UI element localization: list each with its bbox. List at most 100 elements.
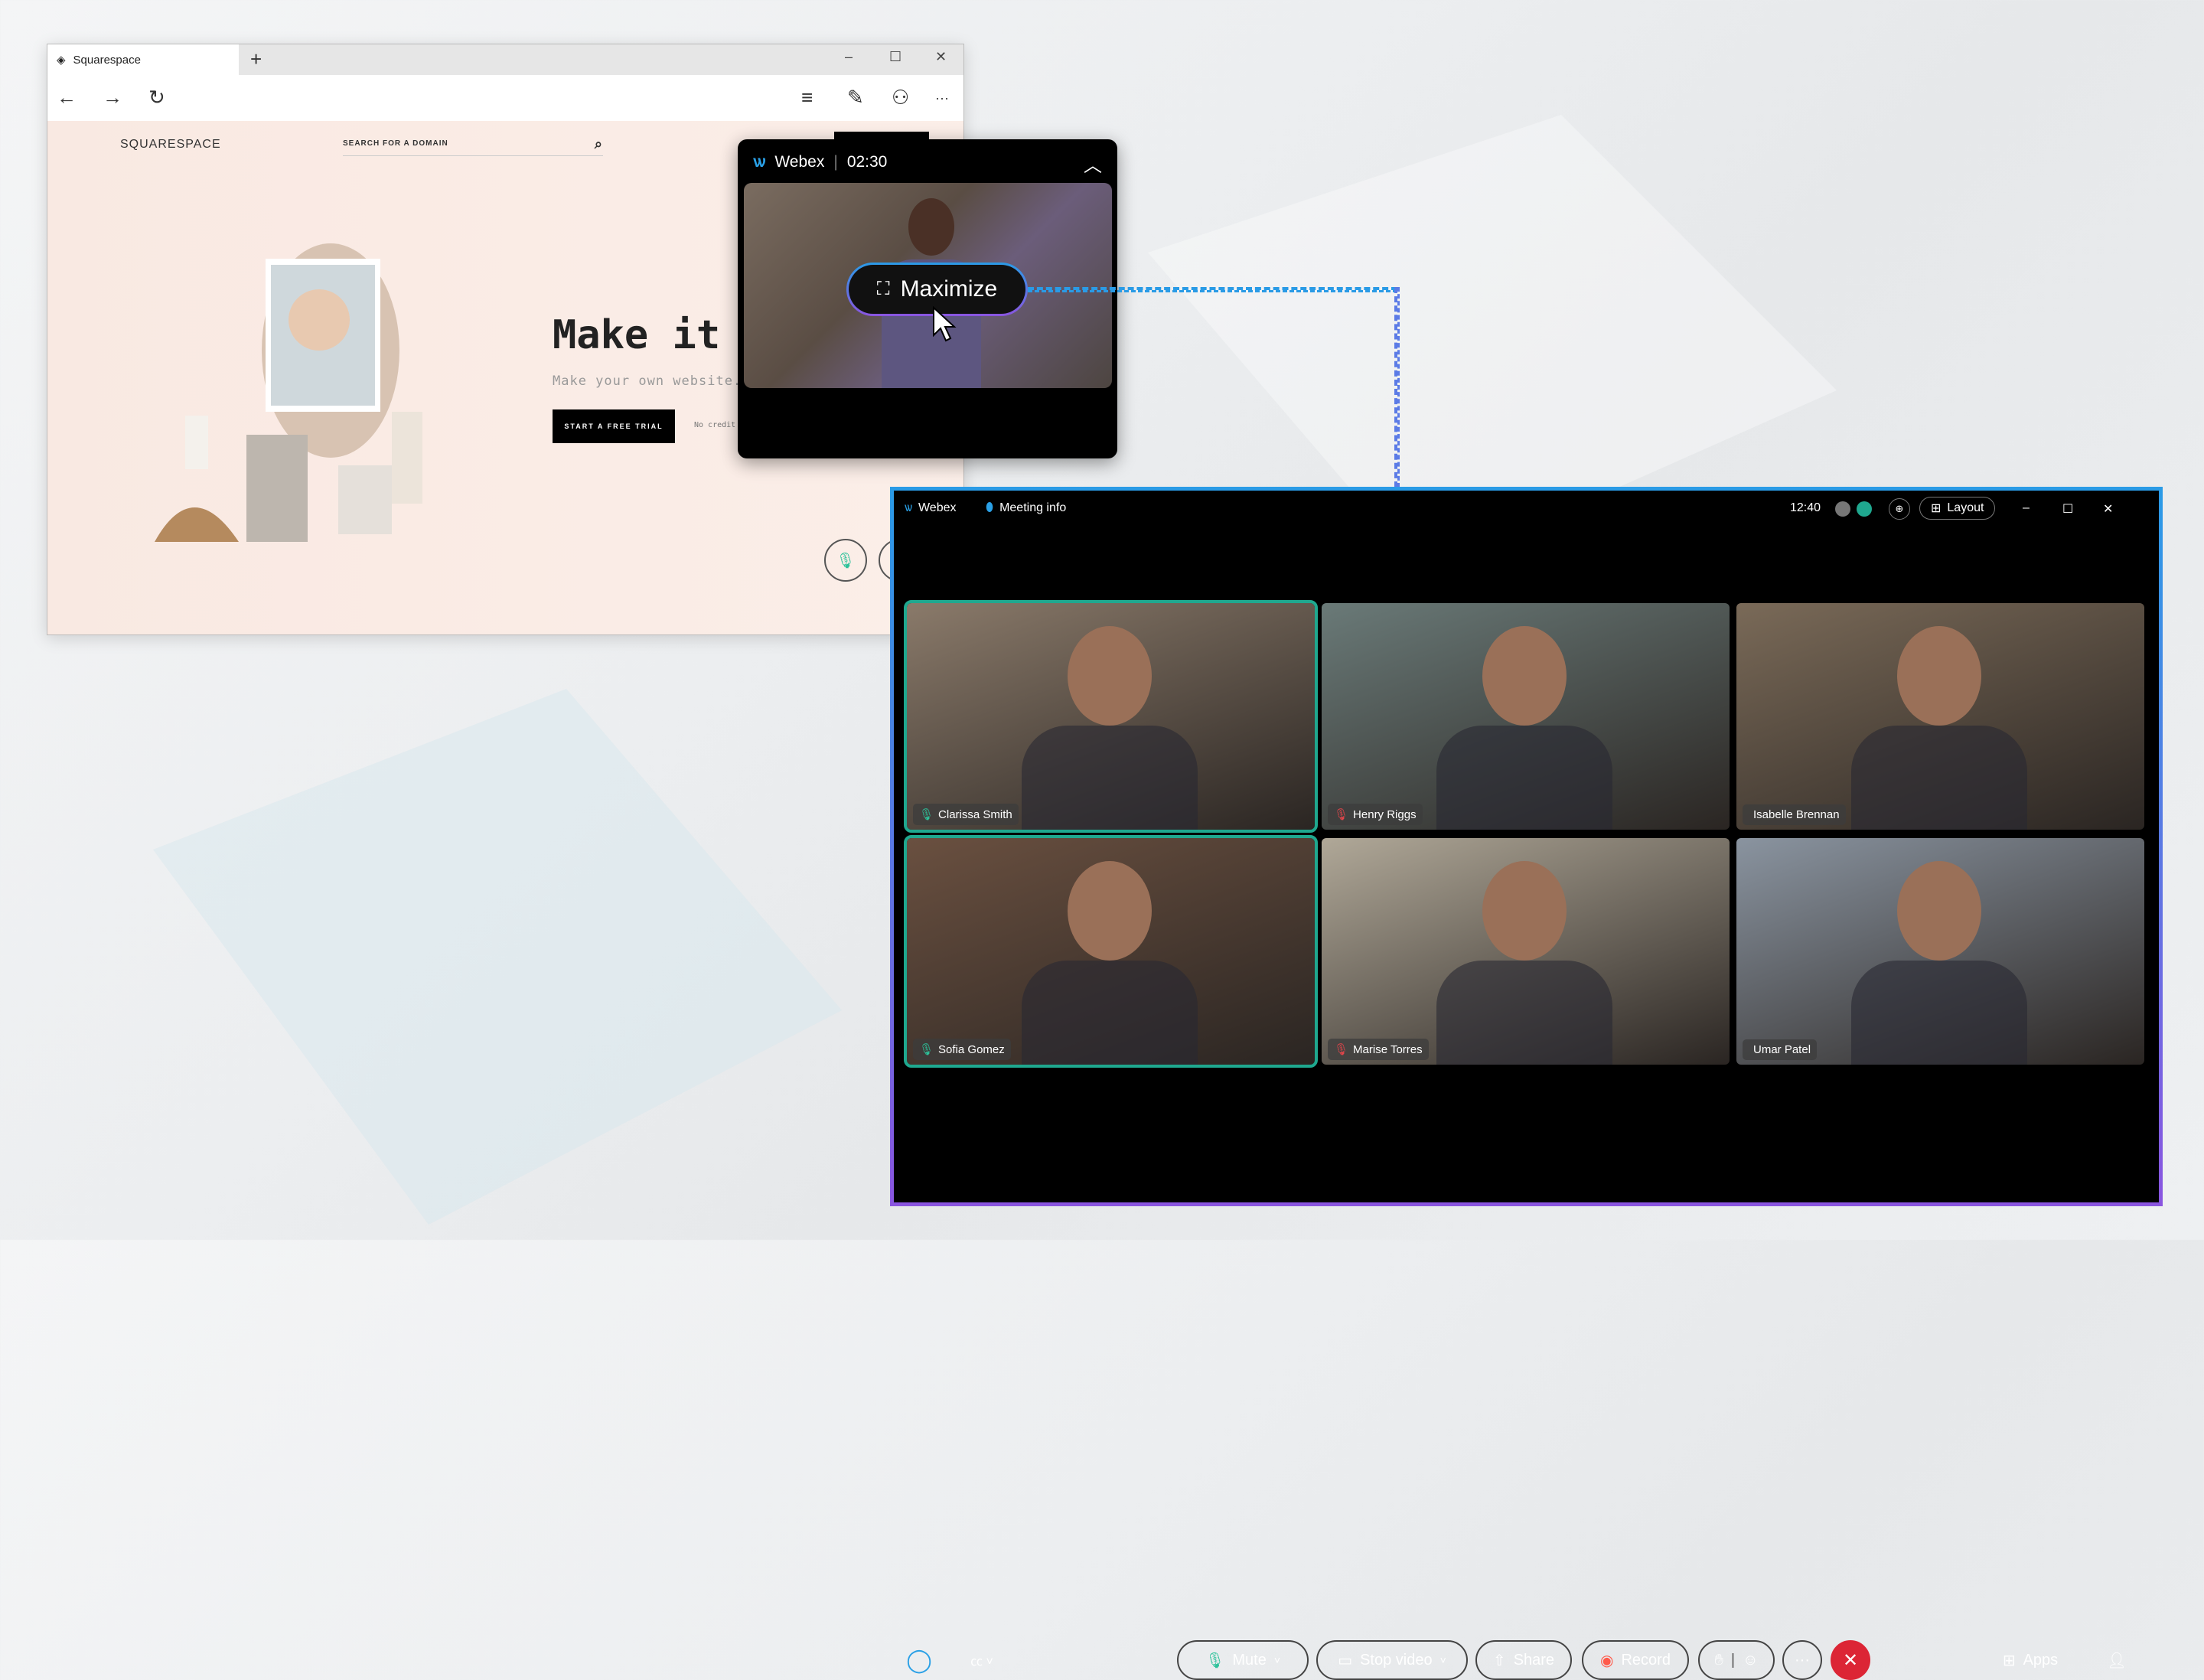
mute-label: Mute [1232, 1651, 1267, 1669]
share-button[interactable]: ⇧ Share [1475, 1640, 1572, 1680]
share-label: Share [1513, 1651, 1555, 1669]
reactions-group[interactable]: ✋︎ | ☺ [1698, 1640, 1775, 1680]
participant-tile[interactable]: 🎙︎ Clarissa Smith [904, 600, 1318, 833]
muted-microphone-icon: 🎙︎ [1334, 808, 1349, 821]
microphone-icon: 🎙︎ [1205, 1652, 1225, 1669]
record-button[interactable]: ◉ Record [1582, 1640, 1689, 1680]
squarespace-logo-icon: ◈ [57, 54, 66, 67]
mute-button[interactable]: 🎙︎ Mute ˅ [1177, 1640, 1309, 1680]
maximize-button[interactable]: ☐ [2062, 501, 2073, 517]
tab-title: Squarespace [73, 53, 141, 67]
reading-list-icon[interactable]: ≡ [801, 86, 813, 109]
search-placeholder: SEARCH FOR A DOMAIN [343, 139, 448, 148]
app-name: Webex [918, 501, 957, 514]
participant-video [1436, 961, 1612, 1065]
participant-tile[interactable]: Umar Patel [1736, 838, 2144, 1065]
connector-line [1028, 287, 1397, 292]
participant-video [1482, 626, 1567, 726]
apps-label: Apps [2023, 1651, 2059, 1669]
participant-name: Henry Riggs [1353, 807, 1417, 821]
webex-assistant-icon[interactable]: ◯ [905, 1640, 933, 1680]
background-shape [153, 689, 842, 1225]
participant-name: Clarissa Smith [938, 807, 1012, 821]
participant-video [1022, 726, 1198, 830]
start-trial-button[interactable]: START A FREE TRIAL [553, 409, 675, 443]
maximize-button[interactable]: ☐ [889, 49, 901, 65]
fullscreen-icon: ⛶ [876, 279, 890, 299]
participant-name-tag: Isabelle Brennan [1743, 804, 1846, 825]
participants-button[interactable]: 👤︎ [2101, 1640, 2132, 1680]
new-tab-button[interactable]: + [250, 47, 262, 71]
chevron-down-icon[interactable]: ˅ [1440, 1654, 1446, 1666]
participant-video [1436, 726, 1612, 830]
participant-tile[interactable]: Isabelle Brennan [1736, 603, 2144, 830]
participant-name-tag: 🎙︎ Marise Torres [1328, 1039, 1429, 1060]
participant-name-tag: 🎙︎ Clarissa Smith [913, 804, 1019, 825]
network-health-icon[interactable] [1857, 501, 1872, 517]
meeting-info-button[interactable]: ⬮ Meeting info [986, 501, 1066, 515]
webex-meeting-window: ѡ Webex ⬮ Meeting info 12:40 ⊕ ⊞ Layout – ☐… [890, 487, 2163, 1680]
webex-logo-icon: ѡ [905, 501, 912, 514]
back-icon[interactable]: ← [57, 86, 77, 109]
participant-name-tag: 🎙︎ Henry Riggs [1328, 804, 1423, 825]
headline: Make it b [553, 312, 768, 358]
participant-video [1897, 626, 1981, 726]
participant-tile[interactable]: 🎙︎ Marise Torres [1322, 838, 1730, 1065]
minimize-button[interactable]: – [2023, 501, 2030, 515]
collapse-icon[interactable]: ︿ [1084, 150, 1102, 177]
zoom-icon[interactable]: ⊕ [1889, 498, 1910, 520]
meeting-time: 12:40 [1790, 501, 1821, 514]
participant-video [1068, 861, 1152, 961]
refresh-icon[interactable]: ↻ [148, 86, 165, 109]
participant-name-tag: Umar Patel [1743, 1039, 1818, 1060]
participant-tile[interactable]: 🎙︎ Henry Riggs [1322, 603, 1730, 830]
webex-logo-icon: ѡ [753, 153, 766, 171]
notes-icon[interactable]: ✎ [847, 86, 864, 109]
forward-icon[interactable]: → [103, 86, 122, 109]
domain-search-input[interactable]: SEARCH FOR A DOMAIN ⌕ [343, 136, 603, 156]
close-button[interactable]: ✕ [2103, 501, 2113, 517]
participant-name: Marise Torres [1353, 1042, 1423, 1056]
microphone-icon: 🎙︎ [836, 552, 856, 569]
apps-button[interactable]: ⊞ Apps [1996, 1640, 2065, 1680]
search-icon[interactable]: ⌕ [595, 136, 603, 152]
close-button[interactable]: ✕ [935, 49, 947, 65]
more-options-button[interactable]: ··· [1782, 1640, 1822, 1680]
share-icon[interactable]: ⚇ [892, 86, 909, 109]
minimize-button[interactable]: – [845, 49, 853, 65]
squarespace-logo[interactable]: SQUARESPACE [120, 138, 221, 152]
headline-text: Make it [553, 312, 745, 358]
mouse-cursor-icon [933, 306, 957, 342]
call-timer: 02:30 [846, 153, 888, 171]
participant-video [1851, 726, 2027, 830]
microphone-icon: 🎙︎ [919, 1043, 934, 1056]
participant-tile[interactable]: 🎙︎ Sofia Gomez [904, 835, 1318, 1068]
participant-video [1068, 626, 1152, 726]
stop-video-label: Stop video [1360, 1651, 1433, 1669]
participant-name: Umar Patel [1753, 1043, 1811, 1056]
layout-label: Layout [1947, 501, 1984, 514]
mute-button[interactable]: 🎙︎ [824, 539, 867, 582]
closed-captions-icon: ㏄ ˅ [970, 1656, 993, 1669]
participant-video [1897, 861, 1981, 961]
participant-name-tag: 🎙︎ Sofia Gomez [913, 1039, 1011, 1060]
captions-button[interactable]: ㏄ ˅ [963, 1640, 1001, 1680]
participant-video [1482, 861, 1567, 961]
end-call-button[interactable]: ✕ [1831, 1640, 1870, 1680]
raise-hand-icon[interactable]: ✋︎ [1714, 1652, 1723, 1669]
participant-name: Isabelle Brennan [1753, 808, 1840, 821]
encryption-icon[interactable] [1835, 501, 1850, 517]
maximize-label: Maximize [900, 276, 998, 302]
layout-button[interactable]: ⊞ Layout [1919, 497, 1996, 520]
browser-tab[interactable]: ◈ Squarespace [47, 44, 239, 75]
record-label: Record [1621, 1651, 1671, 1669]
participant-video [1851, 961, 2027, 1065]
participant-video [1022, 961, 1198, 1065]
apps-icon: ⊞ [2002, 1652, 2016, 1669]
stop-video-button[interactable]: ▭ Stop video ˅ [1316, 1640, 1468, 1680]
more-icon[interactable]: ··· [935, 90, 949, 106]
app-name: Webex [774, 153, 825, 171]
reactions-icon[interactable]: ☺ [1743, 1652, 1758, 1669]
microphone-icon: 🎙︎ [919, 808, 934, 821]
chevron-down-icon[interactable]: ˅ [1274, 1654, 1280, 1666]
